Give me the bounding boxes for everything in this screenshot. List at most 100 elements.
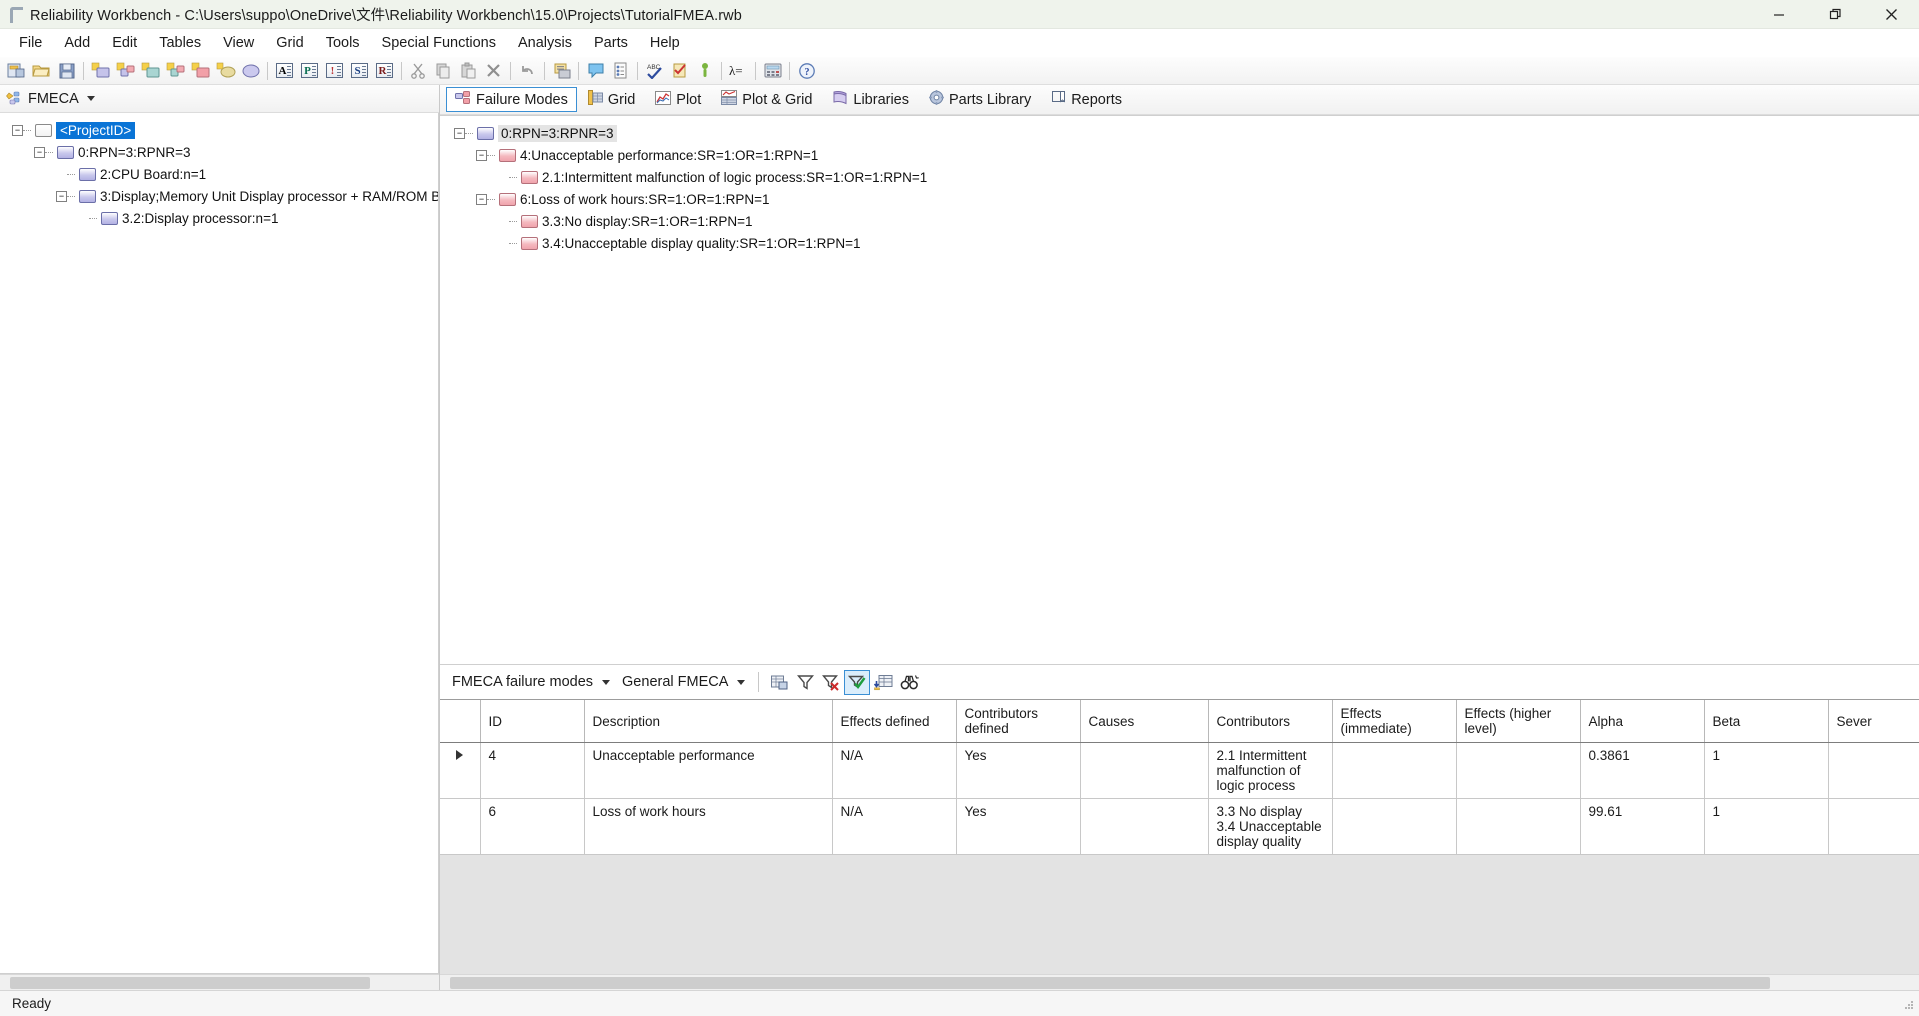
- tree-node-rpn[interactable]: − 0:RPN=3:RPNR=3: [8, 141, 438, 163]
- copy-icon[interactable]: [431, 59, 456, 83]
- fmeca-data-grid[interactable]: ID Description Effects defined Contribut…: [440, 699, 1919, 990]
- cell-causes[interactable]: [1080, 743, 1208, 799]
- cell-id[interactable]: 4: [480, 743, 584, 799]
- menu-add[interactable]: Add: [53, 32, 101, 54]
- failure-tree-node-3-4[interactable]: 3.4:Unacceptable display quality:SR=1:OR…: [450, 232, 1919, 254]
- tree-node-display-processor[interactable]: 3.2:Display processor:n=1: [8, 207, 438, 229]
- failure-tree-node-3-3[interactable]: 3.3:No display:SR=1:OR=1:RPN=1: [450, 210, 1919, 232]
- fmeca-profile-selector[interactable]: General FMECA: [616, 671, 751, 693]
- menu-tables[interactable]: Tables: [148, 32, 212, 54]
- text-P-icon[interactable]: P: [297, 59, 322, 83]
- undo-icon[interactable]: [515, 59, 540, 83]
- header-alpha[interactable]: Alpha: [1580, 700, 1704, 743]
- expander-collapse-icon[interactable]: −: [12, 125, 23, 136]
- export-grid-icon[interactable]: [870, 670, 896, 695]
- menu-help[interactable]: Help: [639, 32, 691, 54]
- cell-contributors-defined[interactable]: Yes: [956, 743, 1080, 799]
- menu-tools[interactable]: Tools: [315, 32, 371, 54]
- filter-icon[interactable]: [792, 670, 818, 695]
- tab-plot-and-grid[interactable]: Plot & Grid: [712, 87, 821, 112]
- maximize-restore-button[interactable]: [1807, 0, 1863, 29]
- tab-failure-modes[interactable]: Failure Modes: [446, 87, 577, 112]
- help-question-icon[interactable]: ?: [794, 59, 819, 83]
- new-project-icon[interactable]: [4, 59, 29, 83]
- apply-filter-check-icon[interactable]: [844, 670, 870, 695]
- find-binoculars-icon[interactable]: [896, 670, 922, 695]
- failure-tree-node-6[interactable]: − 6:Loss of work hours:SR=1:OR=1:RPN=1: [450, 188, 1919, 210]
- tree-node-project-id[interactable]: − <ProjectID>: [8, 119, 438, 141]
- cell-contributors[interactable]: 2.1 Intermittent malfunction of logic pr…: [1208, 743, 1332, 799]
- header-rowmark[interactable]: [440, 700, 480, 743]
- menu-special-functions[interactable]: Special Functions: [371, 32, 507, 54]
- chevron-down-icon[interactable]: [87, 96, 95, 101]
- cell-alpha[interactable]: 0.3861: [1580, 743, 1704, 799]
- properties-icon[interactable]: [608, 59, 633, 83]
- header-contributors-defined[interactable]: Contributors defined: [956, 700, 1080, 743]
- header-contributors[interactable]: Contributors: [1208, 700, 1332, 743]
- clear-filter-icon[interactable]: [818, 670, 844, 695]
- tab-reports[interactable]: Reports: [1042, 87, 1131, 112]
- add-cloud-gold-icon[interactable]: [213, 59, 238, 83]
- spellcheck-abc-icon[interactable]: ABC: [642, 59, 667, 83]
- cell-effects-defined[interactable]: N/A: [832, 743, 956, 799]
- expander-collapse-icon[interactable]: −: [476, 194, 487, 205]
- print-icon[interactable]: [549, 59, 574, 83]
- grid-settings-icon[interactable]: [766, 670, 792, 695]
- cell-effects-immediate[interactable]: [1332, 743, 1456, 799]
- cell-severity[interactable]: [1828, 799, 1919, 855]
- tab-parts-library[interactable]: Parts Library: [920, 87, 1040, 112]
- add-block-pink-icon[interactable]: [113, 59, 138, 83]
- menu-analysis[interactable]: Analysis: [507, 32, 583, 54]
- add-block-red-icon[interactable]: [188, 59, 213, 83]
- grid-hscrollbar[interactable]: [440, 974, 1919, 990]
- expander-collapse-icon[interactable]: −: [476, 150, 487, 161]
- menu-parts[interactable]: Parts: [583, 32, 639, 54]
- cut-icon[interactable]: [406, 59, 431, 83]
- failure-tree-node-root[interactable]: − 0:RPN=3:RPNR=3: [450, 122, 1919, 144]
- table-row[interactable]: 4 Unacceptable performance N/A Yes 2.1 I…: [440, 743, 1919, 799]
- lambda-green-icon[interactable]: [692, 59, 717, 83]
- header-id[interactable]: ID: [480, 700, 584, 743]
- row-selector-marker[interactable]: [440, 743, 480, 799]
- header-causes[interactable]: Causes: [1080, 700, 1208, 743]
- cell-contributors[interactable]: 3.3 No display 3.4 Unacceptable display …: [1208, 799, 1332, 855]
- row-selector-marker[interactable]: [440, 799, 480, 855]
- cell-effects-higher-level[interactable]: [1456, 743, 1580, 799]
- cell-causes[interactable]: [1080, 799, 1208, 855]
- menu-view[interactable]: View: [212, 32, 265, 54]
- cell-effects-immediate[interactable]: [1332, 799, 1456, 855]
- resize-grip-icon[interactable]: [1901, 997, 1915, 1011]
- add-block-teal-pink-icon[interactable]: [163, 59, 188, 83]
- cell-alpha[interactable]: 99.61: [1580, 799, 1704, 855]
- project-tree-scroll[interactable]: − <ProjectID> − 0:RPN=3:RPNR=3: [0, 113, 439, 974]
- cell-effects-higher-level[interactable]: [1456, 799, 1580, 855]
- header-effects-higher-level[interactable]: Effects (higher level): [1456, 700, 1580, 743]
- add-ellipse-purple-icon[interactable]: [238, 59, 263, 83]
- header-effects-defined[interactable]: Effects defined: [832, 700, 956, 743]
- text-A-icon[interactable]: A: [272, 59, 297, 83]
- header-beta[interactable]: Beta: [1704, 700, 1828, 743]
- scrollbar-thumb[interactable]: [450, 977, 1770, 989]
- lambda-icon[interactable]: λ=: [726, 59, 751, 83]
- cell-description[interactable]: Loss of work hours: [584, 799, 832, 855]
- close-button[interactable]: [1863, 0, 1919, 29]
- calculator-icon[interactable]: [760, 59, 785, 83]
- cell-effects-defined[interactable]: N/A: [832, 799, 956, 855]
- cell-severity[interactable]: [1828, 743, 1919, 799]
- text-R-icon[interactable]: R: [372, 59, 397, 83]
- add-block-purple-icon[interactable]: [88, 59, 113, 83]
- cell-beta[interactable]: 1: [1704, 799, 1828, 855]
- failure-modes-tree[interactable]: − 0:RPN=3:RPNR=3 − 4:Unacceptable perfor…: [440, 115, 1919, 665]
- tab-plot[interactable]: Plot: [646, 87, 710, 112]
- tree-node-cpu-board[interactable]: 2:CPU Board:n=1: [8, 163, 438, 185]
- header-effects-immediate[interactable]: Effects (immediate): [1332, 700, 1456, 743]
- cell-contributors-defined[interactable]: Yes: [956, 799, 1080, 855]
- header-severity[interactable]: Sever: [1828, 700, 1919, 743]
- expander-collapse-icon[interactable]: −: [34, 147, 45, 158]
- tree-node-display[interactable]: − 3:Display;Memory Unit Display processo…: [8, 185, 438, 207]
- project-tree-hscrollbar[interactable]: [0, 974, 439, 990]
- expander-collapse-icon[interactable]: −: [56, 191, 67, 202]
- header-description[interactable]: Description: [584, 700, 832, 743]
- scrollbar-thumb[interactable]: [10, 977, 370, 989]
- cell-description[interactable]: Unacceptable performance: [584, 743, 832, 799]
